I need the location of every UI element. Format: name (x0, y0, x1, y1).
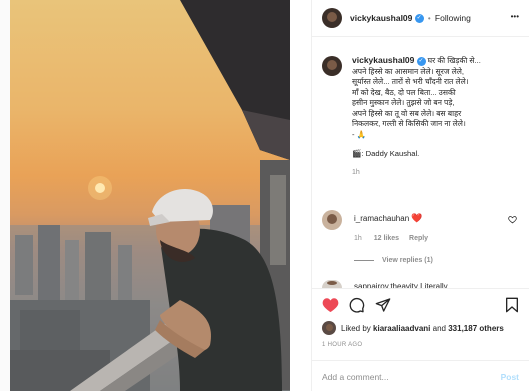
caption-block: vickykaushal09 ✓ घर की खिड़की से... अपने… (352, 55, 481, 176)
verified-badge-icon: ✓ (414, 14, 424, 24)
comment-meta: 1h 12 likes Reply (354, 235, 428, 242)
author-username[interactable]: vickykaushal09 (350, 13, 412, 23)
comments-divider (312, 288, 529, 289)
comment-bubble-icon (349, 298, 365, 313)
caption-line: - 🙏 (352, 129, 367, 139)
comment-row: i_ramachauhan ❤️ (354, 213, 423, 224)
commenter-avatar[interactable] (322, 210, 342, 230)
backdrop-edge (0, 0, 10, 391)
caption-line: निकलकर, गल्ती से किसिकी जान ना लेले। (352, 119, 466, 128)
view-replies-line (354, 259, 374, 261)
caption-line: माँ को देख, बैठ, दो पल बिता... उसकी (352, 87, 456, 97)
liked-by-and: and (432, 324, 446, 333)
heart-filled-icon (322, 298, 339, 313)
more-options-icon[interactable]: ••• (511, 12, 519, 21)
caption-line: अपने हिस्से का आसमान लेले। सूरज लेले, (352, 66, 465, 76)
caption-username[interactable]: vickykaushal09 (352, 55, 414, 65)
liker-avatar[interactable] (322, 321, 336, 335)
header-divider (312, 36, 529, 37)
caption-line: अपने हिस्से का तू वो सब लेले। बस बाहर (352, 108, 462, 118)
post-comment-button[interactable]: Post (501, 372, 519, 382)
post-side-panel: vickykaushal09 ✓ • Following ••• vickyka… (311, 0, 529, 391)
next-commenter-avatar[interactable] (322, 280, 342, 288)
sunset-balcony-image (10, 0, 290, 391)
save-button[interactable] (505, 297, 519, 315)
caption-credit: 🎬: Daddy Kaushal. (352, 149, 420, 158)
partial-comment: sapnajroy.theavity Literally (354, 282, 448, 288)
post-timestamp[interactable]: 1 HOUR AGO (322, 342, 362, 348)
comment-box-divider (312, 360, 529, 361)
comment-input[interactable]: Add a comment... (322, 372, 389, 382)
bookmark-icon (505, 297, 518, 313)
caption-line: घर की खिड़की से... (427, 56, 481, 65)
paper-plane-icon (375, 298, 391, 312)
liked-by-prefix: Liked by (341, 324, 371, 333)
caption-line: सूर्यास्त लेले... तारों से भरी चाँदनी रा… (352, 77, 469, 86)
author-avatar[interactable] (322, 8, 342, 28)
caption-time[interactable]: 1h (352, 169, 481, 176)
like-button[interactable] (322, 297, 339, 315)
following-button[interactable]: Following (435, 13, 471, 23)
post-header: vickykaushal09 ✓ • Following (350, 13, 471, 24)
instagram-post-modal: vickykaushal09 ✓ • Following ••• vickyka… (0, 0, 529, 391)
comment-like-icon[interactable] (508, 215, 517, 226)
comment-text: ❤️ (411, 213, 423, 223)
comment-button[interactable] (349, 297, 365, 315)
comment-reply-button[interactable]: Reply (409, 235, 428, 242)
caption-line: हसीन मुस्कान लेले। तुझसे जो बन पड़े, (352, 98, 455, 107)
likes-summary: Liked by kiaraaliaadvani and 331,187 oth… (341, 324, 504, 333)
liked-by-user[interactable]: kiaraaliaadvani (373, 324, 430, 333)
view-replies-label: View replies (1) (381, 257, 433, 264)
liked-by-count[interactable]: 331,187 others (448, 324, 504, 333)
comment-likes[interactable]: 12 likes (374, 235, 399, 242)
share-button[interactable] (375, 297, 391, 315)
comment-username[interactable]: i_ramachauhan (354, 214, 409, 223)
header-dot: • (427, 14, 431, 23)
caption-verified-badge-icon: ✓ (416, 56, 426, 66)
caption-avatar[interactable] (322, 56, 342, 76)
comment-time[interactable]: 1h (354, 235, 362, 242)
post-photo[interactable] (10, 0, 290, 391)
view-replies[interactable]: View replies (1) (354, 257, 433, 264)
